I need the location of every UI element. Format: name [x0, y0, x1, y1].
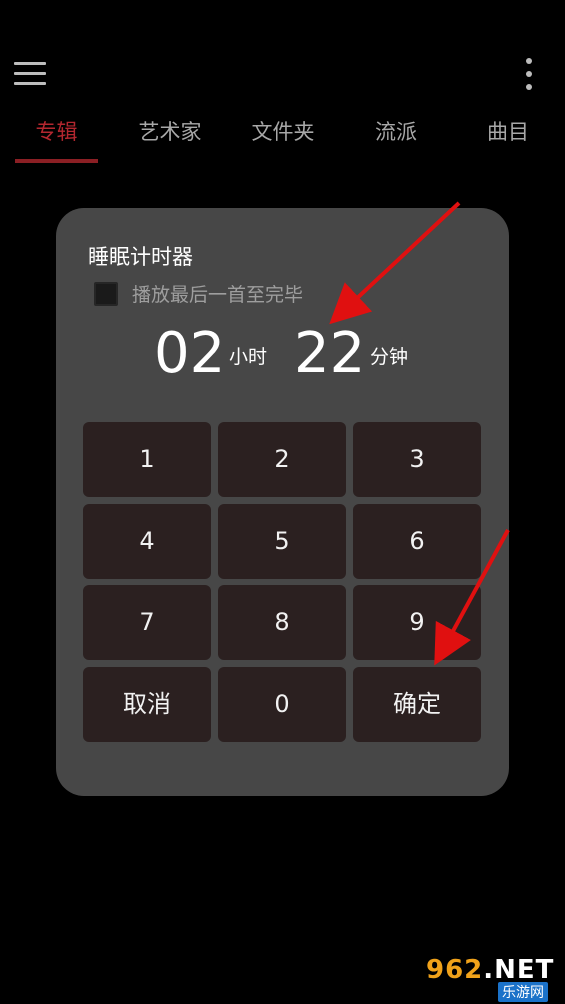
key-8[interactable]: 8 [218, 585, 346, 660]
cancel-button[interactable]: 取消 [83, 667, 211, 742]
confirm-button[interactable]: 确定 [353, 667, 481, 742]
tab-genres[interactable]: 流派 [360, 112, 432, 152]
watermark-logo-text: 962.NET [426, 955, 555, 985]
key-0[interactable]: 0 [218, 667, 346, 742]
time-display: 02 小时 22 分钟 [56, 320, 509, 390]
play-last-track-label: 播放最后一首至完毕 [132, 284, 304, 306]
tab-albums[interactable]: 专辑 [15, 112, 98, 152]
category-tabs: 专辑 艺术家 文件夹 流派 曲目 [0, 112, 565, 164]
minutes-unit: 分钟 [370, 346, 409, 368]
tab-artists[interactable]: 艺术家 [126, 112, 214, 152]
hours-value: 02 [154, 321, 226, 386]
dialog-title: 睡眠计时器 [88, 245, 193, 269]
hamburger-menu-icon[interactable] [14, 62, 46, 86]
more-options-icon[interactable] [518, 56, 540, 92]
key-9[interactable]: 9 [353, 585, 481, 660]
key-3[interactable]: 3 [353, 422, 481, 497]
tab-folders[interactable]: 文件夹 [238, 112, 328, 152]
hours-unit: 小时 [229, 346, 268, 368]
key-1[interactable]: 1 [83, 422, 211, 497]
app-screen: 专辑 艺术家 文件夹 流派 曲目 睡眠计时器 播放最后一首至完毕 02 小时 2… [0, 0, 565, 1004]
key-6[interactable]: 6 [353, 504, 481, 579]
minutes-value: 22 [294, 321, 366, 386]
site-watermark-logo: 962.NET 乐游网 [426, 955, 558, 1002]
play-last-track-checkbox[interactable] [94, 282, 118, 306]
active-tab-indicator [15, 159, 98, 163]
key-7[interactable]: 7 [83, 585, 211, 660]
watermark-sub-text: 乐游网 [498, 982, 548, 1002]
key-5[interactable]: 5 [218, 504, 346, 579]
key-2[interactable]: 2 [218, 422, 346, 497]
key-4[interactable]: 4 [83, 504, 211, 579]
sleep-timer-dialog: 睡眠计时器 播放最后一首至完毕 02 小时 22 分钟 1 2 3 4 5 6 … [56, 208, 509, 796]
tab-tracks[interactable]: 曲目 [472, 112, 544, 152]
